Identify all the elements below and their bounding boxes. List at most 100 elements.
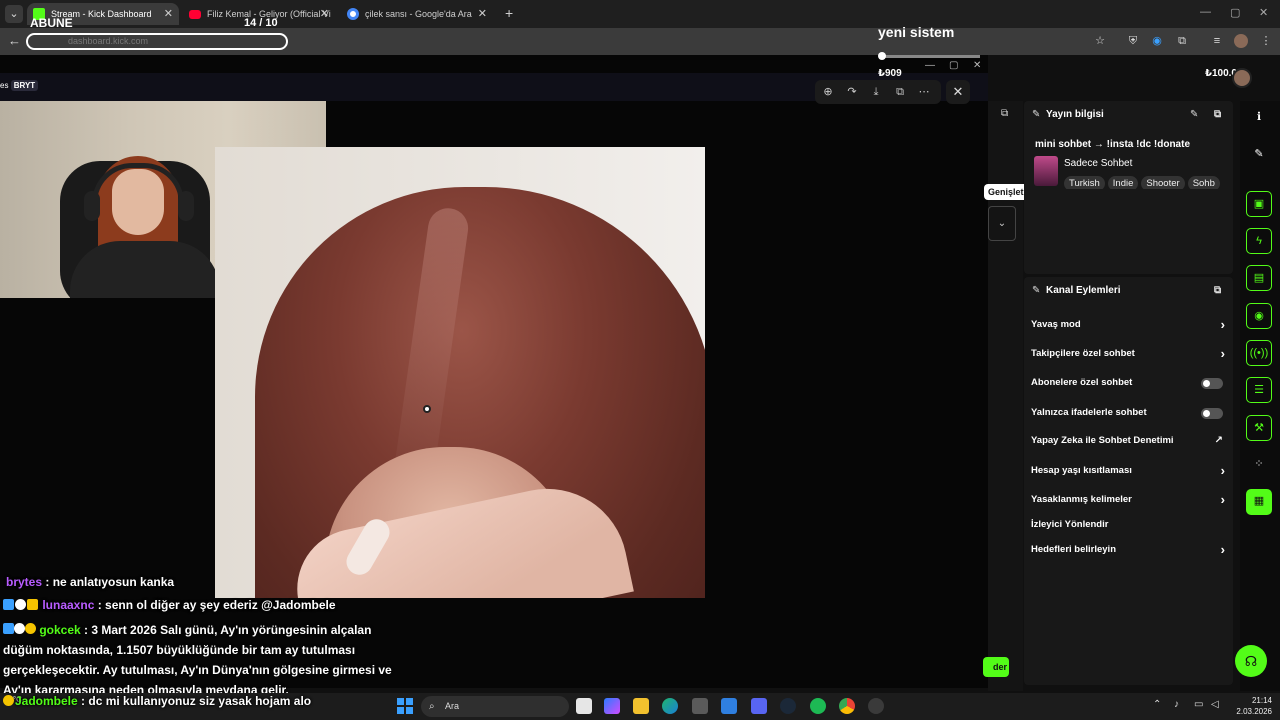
tray-overflow-icon[interactable]: ⌃ [1153,699,1161,710]
volume-icon[interactable]: ◁ [1211,699,1219,710]
media-icon[interactable]: ≡ [1210,34,1224,48]
microphone-icon[interactable]: ♪ [1174,699,1179,710]
expand-tooltip: Genişlet [984,184,1028,200]
steam-icon[interactable] [780,698,796,714]
chat-username: lunaaxnc [42,598,95,612]
raid-row[interactable]: İzleyici Yönlendir [1031,515,1227,535]
edit-icon[interactable]: ✎ [1190,101,1198,129]
windows-start-icon[interactable] [397,698,413,714]
account-age-row[interactable]: Hesap yaşı kısıtlaması › [1031,461,1227,481]
goals-row[interactable]: Hedefleri belirleyin › [1031,540,1227,560]
task-view-icon[interactable] [576,698,592,714]
store-icon[interactable] [692,698,708,714]
action-label: Yasaklanmış kelimeler [1031,494,1132,505]
shield-icon[interactable]: ⛨ [1126,34,1140,48]
download-icon[interactable]: ⤓ [869,85,883,99]
badge-icon [3,623,14,634]
tag-pill[interactable]: Shooter [1141,176,1185,189]
slow-mode-row[interactable]: Yavaş mod › [1031,315,1227,335]
clock-date: 2.03.2026 [1236,707,1272,716]
popout-icon[interactable]: ⧉ [1214,277,1221,305]
zoom-in-icon[interactable]: ⊕ [821,85,835,99]
back-arrow-icon[interactable]: ← [8,33,21,48]
open-external-icon[interactable]: ⧉ [893,85,907,99]
mail-icon[interactable] [721,698,737,714]
info-icon[interactable]: ℹ [1246,105,1272,131]
layout-icon[interactable]: ☰ [1246,377,1272,403]
tag-pill[interactable]: Indie [1107,176,1139,189]
tab-google-search[interactable]: çilek sansı - Google'da Ara ✕ [341,3,493,25]
dots-icon[interactable]: ⁘ [1246,452,1272,478]
wrench-icon: ✎ [1032,285,1041,296]
bookmark-star-icon[interactable]: ☆ [1093,34,1107,48]
broadcast-icon[interactable]: ((•)) [1246,340,1272,366]
lightning-icon[interactable]: ϟ [1246,228,1272,254]
subscribers-only-row: Abonelere özel sohbet [1031,373,1227,393]
pencil-icon[interactable]: ✎ [1246,142,1272,168]
headphone-cup-right [178,191,194,221]
viewer-minimize-icon[interactable]: — [925,60,935,71]
stream-info-panel: ✎ Yayın bilgisi ✎ ⧉ mini sohbet → !insta… [1024,101,1233,274]
send-button[interactable]: der [983,657,1009,677]
viewer-close-window-icon[interactable]: ✕ [973,60,981,71]
taskbar-search-input[interactable]: ⌕ Ara [421,696,569,717]
user-tag: es BRYT [0,80,39,91]
chevron-down-icon[interactable]: ⌄ [988,206,1016,241]
app-icon[interactable]: ▦ [1246,489,1272,515]
minimize-icon[interactable]: — [1200,6,1211,18]
browser-tab-bar: ⌄ Stream - Kick Dashboard ✕ Filiz Kemal … [0,0,1280,28]
document-icon[interactable]: ▤ [1246,265,1272,291]
audio-icon[interactable]: ◉ [1150,34,1164,48]
taskbar-clock[interactable]: 21:14 2.03.2026 [1232,695,1272,717]
chat-username: brytes [6,575,43,589]
emotes-only-toggle[interactable] [1201,408,1223,419]
help-support-button[interactable]: ☊ [1235,645,1267,677]
rotate-icon[interactable]: ↷ [845,85,859,99]
action-label: Hedefleri belirleyin [1031,544,1117,555]
tag-pill[interactable]: Sohb [1187,176,1220,189]
wrench-icon: ✎ [1032,109,1041,120]
extensions-icon[interactable]: ⧉ [1175,34,1189,48]
menu-dots-icon[interactable]: ⋮ [1259,34,1273,48]
spotify-icon[interactable] [810,698,826,714]
chrome-icon[interactable] [839,698,855,714]
chat-message: lunaaxnc : senn ol diğer ay şey ederiz @… [3,598,336,612]
close-tab-icon[interactable]: ✕ [164,3,173,25]
discord-icon[interactable] [751,698,767,714]
close-window-icon[interactable]: ✕ [1259,6,1268,19]
popout-icon[interactable]: ⧉ [1214,101,1221,129]
chevron-right-icon: › [1220,542,1225,557]
popout-icon[interactable]: ⧉ [1001,108,1008,119]
headphone-cup-left [84,191,100,221]
chat-username: Jadombele [15,694,78,708]
action-label: Abonelere özel sohbet [1031,377,1133,388]
obs-icon[interactable] [868,698,884,714]
tab-search-button[interactable]: ⌄ [5,5,23,23]
maximize-icon[interactable]: ▢ [1230,6,1240,19]
banned-words-row[interactable]: Yasaklanmış kelimeler › [1031,490,1227,510]
screen-icon[interactable]: ▣ [1246,191,1272,217]
network-icon[interactable]: ▭ [1194,699,1203,710]
chat-bubble-icon[interactable]: ◉ [1246,303,1272,329]
close-viewer-button[interactable]: ✕ [946,80,970,104]
subscribers-only-toggle[interactable] [1201,378,1223,389]
url-input[interactable]: dashboard.kick.com [26,33,288,50]
chevron-right-icon: › [1220,463,1225,478]
new-tab-button[interactable]: + [505,5,513,21]
profile-avatar-icon[interactable] [1234,34,1248,48]
user-tag-prefix: es [0,81,9,90]
more-icon[interactable]: ⋯ [917,85,931,99]
tag-pill[interactable]: Turkish [1064,176,1105,189]
action-label: Hesap yaşı kısıtlaması [1031,465,1132,476]
viewer-maximize-icon[interactable]: ▢ [949,60,958,71]
close-tab-icon[interactable]: ✕ [478,3,487,25]
edge-icon[interactable] [662,698,678,714]
copilot-icon[interactable] [604,698,620,714]
followers-only-row[interactable]: Takipçilere özel sohbet › [1031,344,1227,364]
chat-text: : senn ol diğer ay şey ederiz @Jadombele [94,598,336,612]
file-explorer-icon[interactable] [633,698,649,714]
tab-title: çilek sansı - Google'da Ara [365,9,472,19]
close-tab-icon[interactable]: ✕ [320,3,329,25]
ai-moderation-row[interactable]: Yapay Zeka ile Sohbet Denetimi ↗ [1031,431,1227,451]
wrench-icon[interactable]: ⚒ [1246,415,1272,441]
